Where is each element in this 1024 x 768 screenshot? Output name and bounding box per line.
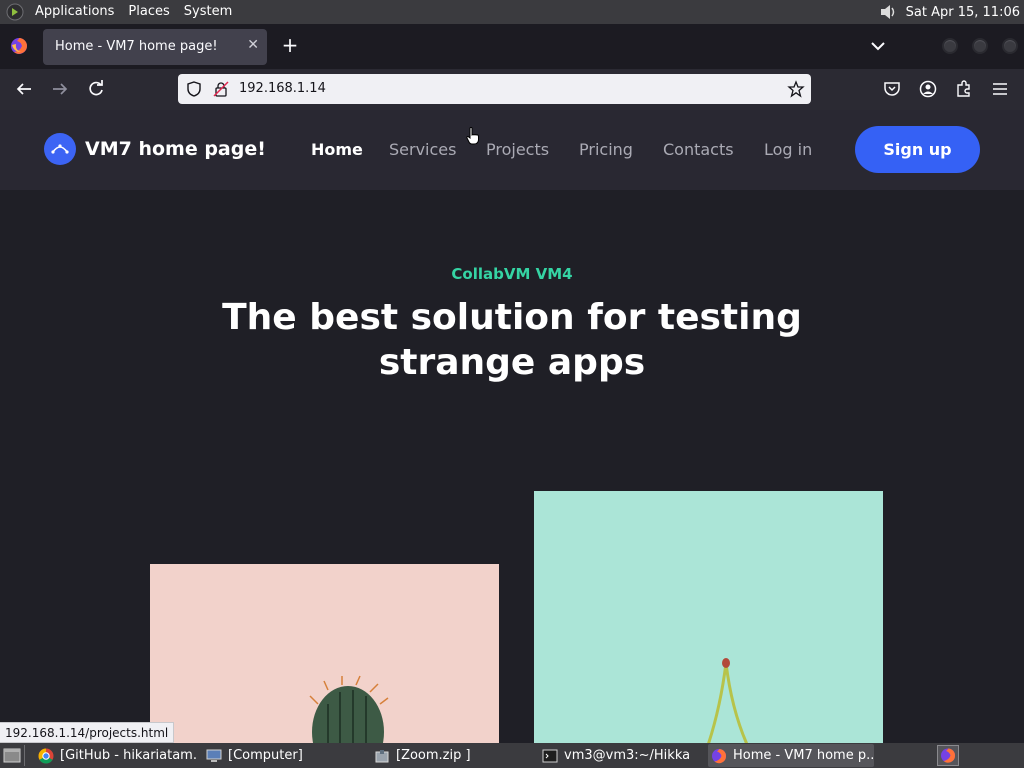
tab-title: Home - VM7 home page!: [55, 39, 218, 54]
nav-pricing[interactable]: Pricing: [579, 140, 633, 159]
cactus-image: [150, 564, 499, 743]
nav-home[interactable]: Home: [311, 140, 363, 159]
taskbar-item-label: [Computer]: [228, 748, 303, 763]
twig-image: [534, 491, 883, 743]
panel-clock[interactable]: Sat Apr 15, 11:06: [898, 5, 1024, 20]
bookmark-star-icon[interactable]: [787, 80, 805, 98]
browser-tabstrip: Home - VM7 home page! ✕ +: [0, 24, 1024, 69]
nav-login[interactable]: Log in: [764, 140, 812, 159]
menu-system[interactable]: System: [177, 0, 239, 24]
account-icon[interactable]: [918, 79, 938, 99]
taskbar-item-computer[interactable]: [Computer]: [206, 744, 366, 767]
taskbar-item-label: Home - VM7 home p...: [733, 748, 874, 763]
bottom-taskbar: [GitHub - hikariatam... [Computer] [Zoom…: [0, 743, 1024, 768]
chrome-icon: [38, 748, 54, 763]
pocket-icon[interactable]: [882, 79, 902, 99]
forward-arrow-icon[interactable]: [50, 79, 70, 99]
menu-places[interactable]: Places: [121, 0, 176, 24]
brand-name[interactable]: VM7 home page!: [85, 138, 266, 160]
computer-icon: [206, 749, 222, 762]
new-tab-button[interactable]: +: [279, 34, 301, 56]
hamburger-menu-icon[interactable]: [990, 79, 1010, 99]
top-panel: Applications Places System Sat Apr 15, 1…: [0, 0, 1024, 24]
firefox-logo-icon[interactable]: [10, 37, 28, 55]
shield-icon[interactable]: [186, 81, 202, 97]
taskbar-item-terminal[interactable]: vm3@vm3:~/Hikka: [542, 744, 702, 767]
site-header: VM7 home page! Home Services Projects Pr…: [0, 110, 1024, 190]
taskbar-item-github[interactable]: [GitHub - hikariatam...: [38, 744, 198, 767]
link-status-tooltip: 192.168.1.14/projects.html: [0, 722, 175, 743]
window-maximize-button[interactable]: [972, 38, 988, 54]
back-arrow-icon[interactable]: [14, 79, 34, 99]
mouse-pointer-hand-icon: [466, 127, 479, 145]
hero-title: The best solution for testing strange ap…: [222, 297, 802, 383]
taskbar-item-zip[interactable]: [Zoom.zip ]: [374, 744, 534, 767]
nav-contacts[interactable]: Contacts: [663, 140, 734, 159]
taskbar-item-label: [Zoom.zip ]: [396, 748, 471, 763]
url-text[interactable]: 192.168.1.14: [239, 81, 326, 96]
taskbar-item-label: vm3@vm3:~/Hikka: [564, 748, 691, 763]
workspace-switcher-icon[interactable]: [937, 745, 959, 766]
browser-navbar: 192.168.1.14: [0, 69, 1024, 110]
extensions-puzzle-icon[interactable]: [954, 79, 974, 99]
url-bar[interactable]: 192.168.1.14: [178, 74, 811, 104]
archive-manager-icon: [375, 749, 389, 762]
nav-projects[interactable]: Projects: [486, 140, 549, 159]
taskbar-item-firefox[interactable]: Home - VM7 home p...: [708, 744, 874, 767]
firefox-icon: [712, 748, 727, 763]
menu-applications[interactable]: Applications: [28, 0, 121, 24]
tab-close-icon[interactable]: ✕: [247, 37, 259, 53]
insecure-lock-icon[interactable]: [213, 81, 229, 97]
volume-icon[interactable]: [878, 2, 898, 22]
tab-list-chevron-icon[interactable]: [868, 38, 888, 54]
terminal-icon: [542, 749, 558, 762]
brand-logo-icon[interactable]: [44, 133, 76, 165]
taskbar-separator: [24, 745, 25, 766]
window-close-button[interactable]: [1002, 38, 1018, 54]
nav-services[interactable]: Services: [389, 140, 456, 159]
active-tab[interactable]: Home - VM7 home page! ✕: [43, 29, 267, 65]
gnome-foot-icon[interactable]: [6, 3, 24, 21]
window-minimize-button[interactable]: [942, 38, 958, 54]
hero-tagline: CollabVM VM4: [451, 265, 573, 283]
hero-section: CollabVM VM4 The best solution for testi…: [0, 190, 1024, 743]
reload-icon[interactable]: [86, 79, 106, 99]
show-desktop-icon[interactable]: [3, 747, 21, 764]
signup-button[interactable]: Sign up: [855, 126, 980, 173]
taskbar-item-label: [GitHub - hikariatam...: [60, 748, 198, 763]
